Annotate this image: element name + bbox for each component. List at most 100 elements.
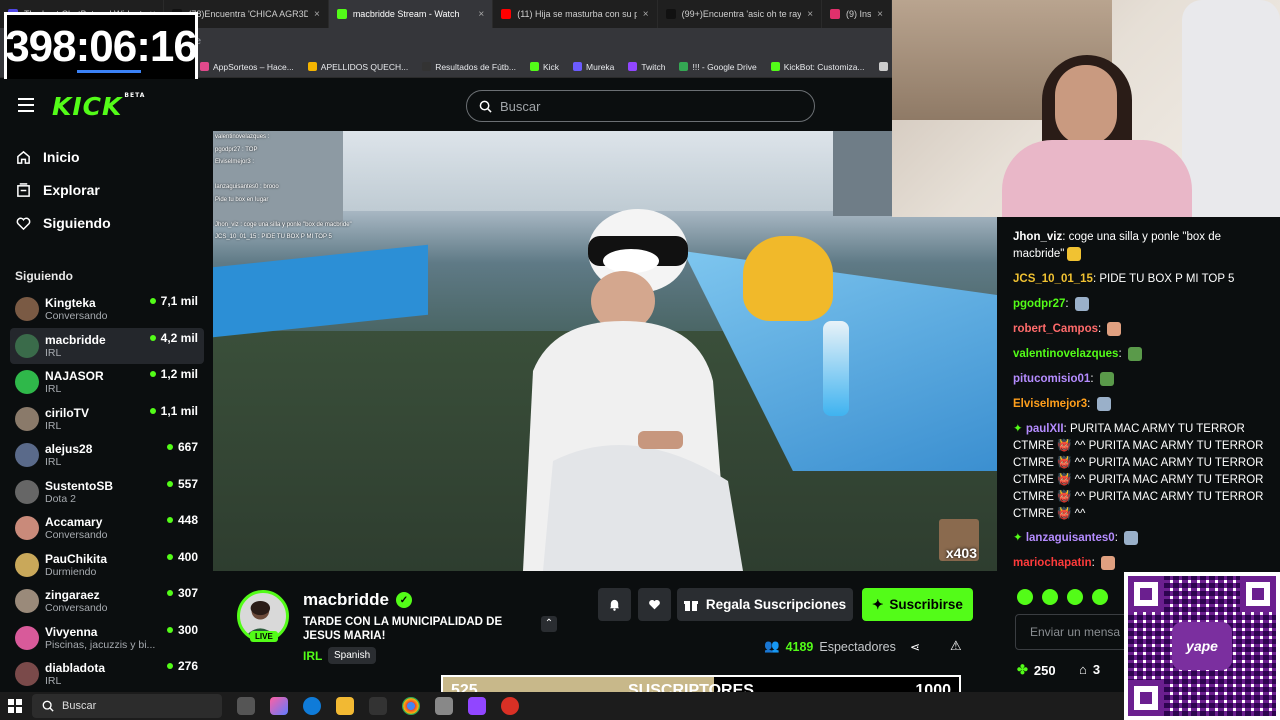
- video-table-left: [213, 244, 428, 338]
- edge-icon[interactable]: [303, 697, 321, 715]
- app-icon[interactable]: [468, 697, 486, 715]
- channel-category: IRL: [45, 456, 62, 468]
- emote-icon[interactable]: [1067, 589, 1083, 605]
- chat-emote-icon: [1124, 530, 1139, 545]
- following-section-title: Siguiendo: [15, 269, 73, 283]
- gift-subs-button[interactable]: Regala Suscripciones: [677, 588, 853, 621]
- emote-icon[interactable]: [1017, 589, 1033, 605]
- bookmark-item[interactable]: Resultados de Fútb...: [422, 62, 516, 72]
- chevron-up-icon[interactable]: ⌃: [541, 616, 557, 632]
- viewer-count: 300: [166, 623, 198, 637]
- close-icon[interactable]: ×: [478, 9, 484, 20]
- timer-text: 398:06:16: [5, 22, 198, 71]
- store-button[interactable]: ⌂ 3: [1079, 662, 1100, 677]
- sidebar-channel-diabladota[interactable]: diabladota IRL 276: [10, 656, 204, 692]
- task-view-icon[interactable]: [237, 697, 255, 715]
- channel-category: IRL: [45, 419, 62, 432]
- search-input[interactable]: [500, 98, 780, 114]
- search-box[interactable]: [466, 90, 815, 122]
- app-icon[interactable]: [501, 697, 519, 715]
- kick-logo[interactable]: KICK BETA: [52, 92, 145, 121]
- sidebar-channel-alejus28[interactable]: alejus28 IRL 667: [10, 437, 204, 473]
- app-icon[interactable]: [435, 697, 453, 715]
- channel-points[interactable]: ✤ 250: [1017, 662, 1056, 678]
- chat-username[interactable]: Elviselmejor3: [1013, 398, 1087, 410]
- bookmark-item[interactable]: APELLIDOS QUECH...: [307, 62, 408, 72]
- taskbar-search[interactable]: Buscar: [32, 694, 222, 718]
- channel-name[interactable]: macbridde ✓: [303, 590, 412, 610]
- emote-icon[interactable]: [1092, 589, 1108, 605]
- overlay-chat-line: Pide tu box en lugar: [215, 196, 269, 203]
- app-icon[interactable]: [369, 697, 387, 715]
- beta-badge: BETA: [124, 92, 146, 99]
- chat-username[interactable]: mariochapatin: [1013, 557, 1092, 569]
- sidebar-channel-zingaraez[interactable]: zingaraez Conversando 307: [10, 583, 204, 619]
- overlay-chat-line: pgodpr27 : TOP: [215, 146, 258, 153]
- store-icon: ⌂: [1079, 662, 1087, 677]
- file-explorer-icon[interactable]: [336, 697, 354, 715]
- report-icon[interactable]: ⚠: [950, 638, 962, 654]
- chat-emote-icon: [1101, 555, 1115, 570]
- tab-title: (11) Hija se masturba con su pa: [517, 9, 637, 19]
- bookmark-label: Resultados de Fútb...: [435, 61, 516, 72]
- chat-emote-icon: [1107, 321, 1122, 336]
- sidebar-channel-vivyenna[interactable]: Vivyenna Piscinas, jacuzzis y bi... 300: [10, 620, 204, 656]
- bookmark-item[interactable]: KickBot: Customiza...: [770, 62, 865, 72]
- chrome-icon[interactable]: [402, 697, 420, 715]
- language-tag[interactable]: Spanish: [328, 647, 377, 664]
- browser-tab[interactable]: (11) Hija se masturba con su pa ×: [493, 0, 658, 28]
- stream-title: TARDE CON LA MUNICIPALIDAD DE JESUS MARI…: [303, 616, 503, 642]
- nav-following[interactable]: Siguiendo: [16, 215, 111, 231]
- chat-username[interactable]: valentinovelazques: [1013, 348, 1118, 360]
- chat-input[interactable]: Enviar un mensa: [1015, 614, 1140, 650]
- close-icon[interactable]: ×: [877, 9, 883, 20]
- live-dot-icon: [166, 553, 173, 560]
- sidebar-channel-cirilotv[interactable]: ciriloTV IRL 1,1 mil: [10, 401, 204, 437]
- chat-emote-icon: [1067, 246, 1082, 261]
- chat-username[interactable]: paulXII: [1026, 423, 1064, 435]
- browser-tab[interactable]: (9) Instagram ×: [822, 0, 893, 28]
- sidebar-channel-sustentosb[interactable]: SustentoSB Dota 2 557: [10, 474, 204, 510]
- sidebar-channel-najasor[interactable]: NAJASOR IRL 1,2 mil: [10, 364, 204, 400]
- channel-category: IRL: [45, 675, 62, 687]
- sidebar-channel-macbridde[interactable]: macbridde IRL 4,2 mil: [10, 327, 204, 364]
- subscribe-button[interactable]: ✦ Suscribirse: [862, 588, 973, 621]
- copilot-icon[interactable]: [270, 697, 288, 715]
- sidebar-channel-accamary[interactable]: Accamary Conversando 448: [10, 510, 204, 546]
- sidebar-channel-pauchikita[interactable]: PauChikita Durmiendo 400: [10, 547, 204, 583]
- chat-username[interactable]: pgodpr27: [1013, 298, 1065, 310]
- bookmark-item[interactable]: Mureka: [573, 62, 614, 72]
- yape-qr-code: yape: [1124, 572, 1280, 720]
- close-icon[interactable]: ×: [314, 9, 320, 20]
- chat-colon: :: [1098, 323, 1105, 335]
- chat-username[interactable]: robert_Campos: [1013, 323, 1098, 335]
- emote-icon[interactable]: [1042, 589, 1058, 605]
- stream-category[interactable]: IRL: [303, 649, 322, 663]
- bookmark-item[interactable]: !!! - Google Drive: [679, 61, 757, 72]
- chat-username[interactable]: JCS_10_01_15: [1013, 273, 1093, 285]
- nav-explore-label: Explorar: [43, 182, 100, 198]
- channel-category: Conversando: [45, 310, 108, 322]
- chat-username[interactable]: pitucomisio01: [1013, 373, 1090, 385]
- chat-username[interactable]: lanzaguisantes0: [1026, 532, 1115, 544]
- nav-home[interactable]: Inicio: [16, 149, 80, 165]
- nav-explore[interactable]: Explorar: [16, 182, 100, 198]
- video-player[interactable]: valentinovelazques : pgodpr27 : TOP Elvis…: [213, 131, 997, 571]
- bookmark-item[interactable]: Twitch: [628, 62, 665, 72]
- bookmark-favicon-icon: [200, 62, 209, 71]
- share-icon[interactable]: ⋖: [910, 640, 920, 654]
- windows-start-icon[interactable]: [0, 692, 30, 720]
- sidebar-channel-kingteka[interactable]: Kingteka Conversando 7,1 mil: [10, 291, 204, 327]
- bookmark-item[interactable]: Kick: [529, 62, 559, 72]
- browser-tab[interactable]: macbridde Stream - Watch ×: [328, 0, 494, 28]
- menu-icon[interactable]: [18, 98, 34, 112]
- close-icon[interactable]: ×: [807, 9, 813, 20]
- close-icon[interactable]: ×: [643, 9, 649, 20]
- chat-username[interactable]: Jhon_viz: [1013, 231, 1062, 243]
- follow-button[interactable]: [638, 588, 671, 621]
- bookmark-item[interactable]: AppSorteos – Hace...: [200, 62, 294, 72]
- browser-tab[interactable]: (99+)Encuentra 'asic oh te rayas ×: [658, 0, 823, 28]
- notifications-button[interactable]: [598, 588, 631, 621]
- chat-message: valentinovelazques:: [1013, 346, 1275, 363]
- bookmark-label: !!! - Google Drive: [692, 61, 757, 72]
